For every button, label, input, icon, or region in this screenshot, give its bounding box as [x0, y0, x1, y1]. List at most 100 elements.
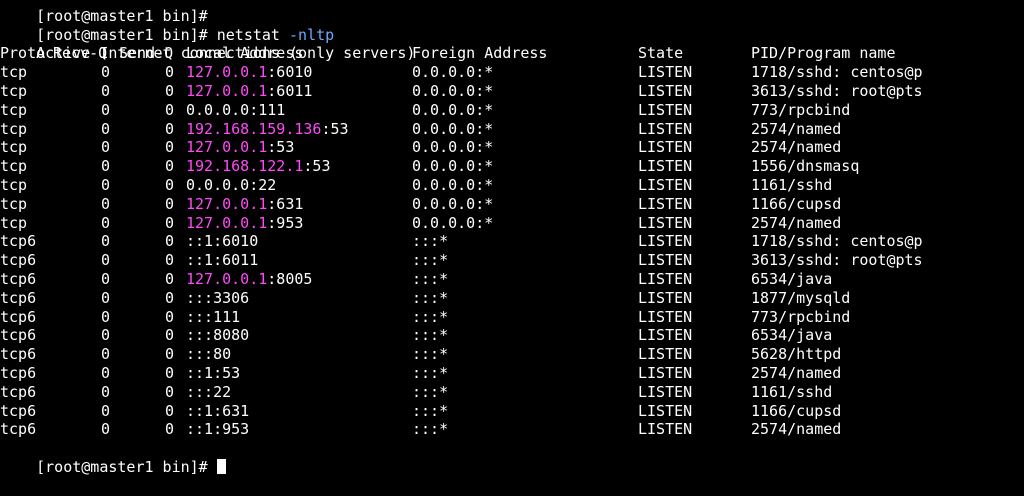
local-address-port: ::1:631 — [186, 401, 250, 420]
local-address-port: ::1:6010 — [186, 232, 259, 251]
cell-sendq: 0 — [165, 138, 175, 157]
local-address-port: :53 — [321, 119, 349, 138]
terminal-window[interactable]: [root@master1 bin]# [root@master1 bin]# … — [0, 0, 1024, 476]
cell-proto: tcp6 — [0, 326, 37, 345]
cell-local-address: :::111 — [186, 308, 240, 327]
cell-sendq: 0 — [165, 307, 175, 326]
local-address-host: 127.0.0.1 — [186, 194, 268, 213]
cell-proto: tcp6 — [0, 232, 37, 251]
local-address-port: :6010 — [267, 63, 313, 82]
cell-state: LISTEN — [638, 119, 693, 138]
cell-local-address: 127.0.0.1:6011 — [186, 82, 312, 101]
local-address-host: 127.0.0.1 — [186, 269, 268, 288]
cell-foreign-address: :::* — [412, 345, 449, 364]
cell-state: LISTEN — [638, 307, 693, 326]
connection-table-body: tcp 0 0 127.0.0.1:6010 0.0.0.0:* LISTEN 1718/s… — [0, 63, 1024, 439]
cell-foreign-address: :::* — [412, 363, 449, 382]
cell-foreign-address: :::* — [412, 326, 449, 345]
cell-sendq: 0 — [165, 288, 175, 307]
table-row: tcp 0 0 192.168.159.136:53 0.0.0.0:* LISTEN 25… — [0, 120, 1024, 139]
cell-recvq: 0 — [101, 63, 111, 82]
cell-proto: tcp — [0, 63, 28, 82]
cell-state: LISTEN — [638, 232, 693, 251]
cell-proto: tcp6 — [0, 401, 37, 420]
cell-foreign-address: :::* — [412, 251, 449, 270]
cell-recvq: 0 — [101, 420, 111, 439]
cell-sendq: 0 — [165, 100, 175, 119]
table-header: Proto Recv-Q Send-Q Local Address Foreig… — [0, 44, 1024, 63]
local-address-port: :::3306 — [186, 288, 250, 307]
cell-local-address: 127.0.0.1:953 — [186, 214, 303, 233]
local-address-port: 0.0.0.0:22 — [186, 175, 277, 194]
cell-pid-program: 1161/sshd — [751, 382, 833, 401]
last-prompt-line[interactable]: [root@master1 bin]# — [0, 439, 1024, 476]
header-sendq: Send-Q — [119, 44, 174, 63]
cell-foreign-address: :::* — [412, 401, 449, 420]
cell-sendq: 0 — [165, 213, 175, 232]
local-address-port: ::1:6011 — [186, 251, 259, 270]
cell-foreign-address: :::* — [412, 269, 449, 288]
cell-state: LISTEN — [638, 401, 693, 420]
cell-proto: tcp6 — [0, 269, 37, 288]
local-address-port: :53 — [303, 157, 331, 176]
header-local-address: Local Address — [186, 44, 304, 63]
cell-foreign-address: :::* — [412, 382, 449, 401]
header-proto: Proto — [0, 44, 46, 63]
cell-state: LISTEN — [638, 420, 693, 439]
cell-pid-program: 6534/java — [751, 326, 833, 345]
cell-sendq: 0 — [165, 363, 175, 382]
cell-foreign-address: 0.0.0.0:* — [412, 138, 494, 157]
local-address-port: :::22 — [186, 382, 232, 401]
cell-state: LISTEN — [638, 345, 693, 364]
cell-pid-program: 773/rpcbind — [751, 307, 851, 326]
command-line: [root@master1 bin]# netstat -nltp — [0, 7, 1024, 44]
cell-state: LISTEN — [638, 288, 693, 307]
cell-sendq: 0 — [165, 119, 175, 138]
cell-state: LISTEN — [638, 194, 693, 213]
cell-recvq: 0 — [101, 213, 111, 232]
cell-foreign-address: 0.0.0.0:* — [412, 119, 494, 138]
header-foreign-address: Foreign Address — [412, 44, 548, 63]
cell-sendq: 0 — [165, 194, 175, 213]
cell-pid-program: 1877/mysqld — [751, 288, 851, 307]
local-address-port: :53 — [267, 138, 295, 157]
cell-sendq: 0 — [165, 345, 175, 364]
cell-proto: tcp6 — [0, 288, 37, 307]
cell-pid-program: 1166/cupsd — [751, 194, 842, 213]
cell-recvq: 0 — [101, 194, 111, 213]
cell-proto: tcp6 — [0, 251, 37, 270]
cell-pid-program: 1718/sshd: centos@p — [751, 63, 923, 82]
table-row: tcp6 0 0::1:6010:::* LISTEN 1718/sshd: cento… — [0, 232, 1024, 251]
table-row: tcp6 0 0:::8080:::* LISTEN 6534/java — [0, 326, 1024, 345]
cell-recvq: 0 — [101, 382, 111, 401]
cell-pid-program: 3613/sshd: root@pts — [751, 81, 923, 100]
cell-sendq: 0 — [165, 251, 175, 270]
cell-local-address: 0.0.0.0:111 — [186, 101, 285, 120]
cell-state: LISTEN — [638, 138, 693, 157]
cell-recvq: 0 — [101, 345, 111, 364]
cell-sendq: 0 — [165, 63, 175, 82]
local-address-port: ::1:953 — [186, 420, 250, 439]
cell-local-address: 127.0.0.1:53 — [186, 138, 294, 157]
table-row: tcp6 0 0:::22:::* LISTEN 1161/sshd — [0, 383, 1024, 402]
table-row: tcp 0 0 0.0.0.0:22 0.0.0.0:* LISTEN 1161/sshd — [0, 176, 1024, 195]
cell-pid-program: 2574/named — [751, 138, 842, 157]
cell-recvq: 0 — [101, 81, 111, 100]
table-row: tcp 0 0 127.0.0.1:6010 0.0.0.0:* LISTEN 1718/s… — [0, 63, 1024, 82]
local-address-host: 192.168.122.1 — [186, 157, 304, 176]
cell-foreign-address: 0.0.0.0:* — [412, 100, 494, 119]
cell-local-address: :::22 — [186, 383, 231, 402]
cell-state: LISTEN — [638, 326, 693, 345]
output-title-line: Active Internet connections (only server… — [0, 26, 1024, 62]
cell-sendq: 0 — [165, 420, 175, 439]
table-row: tcp6 0 0:::80:::* LISTEN 5628/httpd — [0, 345, 1024, 364]
cell-local-address: :::3306 — [186, 289, 249, 308]
table-row: tcp6 0 0 127.0.0.1:8005:::* LISTEN 6534/java — [0, 270, 1024, 289]
cell-sendq: 0 — [165, 175, 175, 194]
cell-proto: tcp — [0, 119, 28, 138]
cell-pid-program: 6534/java — [751, 269, 833, 288]
cell-pid-program: 2574/named — [751, 420, 842, 439]
cell-recvq: 0 — [101, 251, 111, 270]
local-address-port: :::8080 — [186, 326, 250, 345]
table-row: tcp6 0 0:::3306:::* LISTEN 1877/mysqld — [0, 289, 1024, 308]
